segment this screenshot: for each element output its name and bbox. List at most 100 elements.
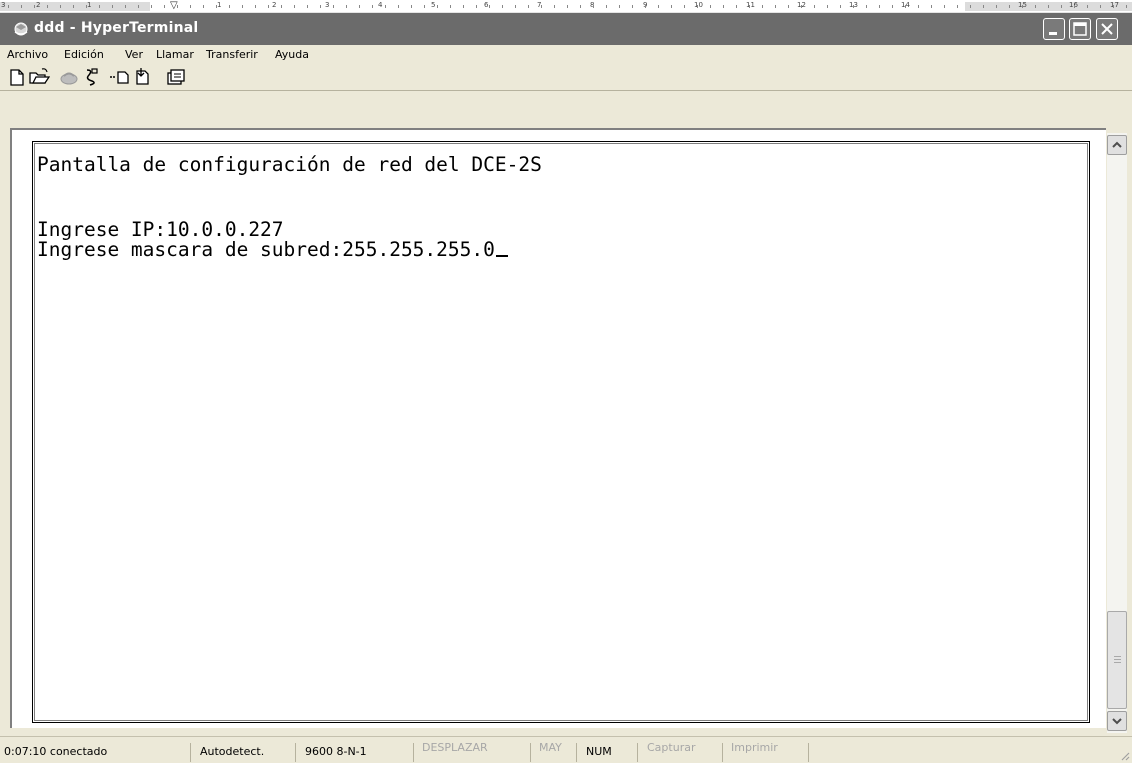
ruler-tick bbox=[190, 5, 191, 8]
title-bar[interactable]: ddd - HyperTerminal bbox=[0, 13, 1132, 45]
scroll-grip bbox=[1114, 662, 1121, 663]
ruler-tick bbox=[606, 5, 607, 8]
ruler-tick bbox=[216, 5, 217, 8]
terminal-line-4: Ingrese IP:10.0.0.227 bbox=[37, 218, 284, 241]
ruler-tick bbox=[60, 5, 61, 8]
ruler-tick bbox=[151, 5, 152, 8]
ruler-tick bbox=[814, 5, 815, 8]
ruler-tick bbox=[346, 5, 347, 8]
ruler-tick bbox=[788, 5, 789, 8]
ruler-tick bbox=[879, 5, 880, 8]
scroll-up-button[interactable] bbox=[1107, 135, 1127, 155]
status-caps: MAY bbox=[539, 741, 562, 754]
ruler-tick bbox=[736, 5, 737, 8]
ruler-tick bbox=[333, 5, 334, 8]
ruler-tick bbox=[255, 5, 256, 8]
ruler-tick bbox=[450, 5, 451, 8]
ruler-tick bbox=[866, 5, 867, 8]
ruler-tick bbox=[424, 5, 425, 8]
ruler-tick bbox=[203, 5, 204, 8]
ruler-tick bbox=[827, 5, 828, 8]
minimize-button[interactable] bbox=[1043, 18, 1065, 40]
ruler-tick bbox=[983, 5, 984, 8]
open-folder-icon[interactable] bbox=[28, 67, 50, 87]
resize-grip-icon[interactable] bbox=[1118, 749, 1130, 761]
ruler-tick bbox=[931, 5, 932, 8]
ruler-tick bbox=[554, 5, 555, 8]
close-button[interactable] bbox=[1096, 18, 1118, 40]
ruler-tick bbox=[177, 5, 178, 8]
ruler-tick bbox=[1100, 5, 1101, 8]
chevron-up-icon bbox=[1112, 141, 1122, 148]
status-print: Imprimir bbox=[731, 741, 778, 754]
status-separator bbox=[295, 743, 296, 762]
scroll-thumb[interactable] bbox=[1107, 611, 1127, 709]
terminal-line-1: Pantalla de configuración de red del DCE… bbox=[37, 153, 542, 176]
menu-ver[interactable]: Ver bbox=[125, 48, 143, 61]
send-icon[interactable] bbox=[108, 67, 130, 87]
close-icon bbox=[1101, 23, 1113, 35]
menu-transferir[interactable]: Transferir bbox=[206, 48, 258, 61]
ruler-tick bbox=[801, 5, 802, 8]
ruler-tick bbox=[918, 5, 919, 8]
vertical-scrollbar[interactable] bbox=[1107, 133, 1127, 733]
menu-ayuda[interactable]: Ayuda bbox=[275, 48, 309, 61]
ruler-tick bbox=[112, 5, 113, 8]
ruler-tick bbox=[8, 5, 9, 8]
window-title: ddd - HyperTerminal bbox=[34, 20, 199, 36]
scroll-down-button[interactable] bbox=[1107, 711, 1127, 731]
menu-bar: Archivo Edición Ver Llamar Transferir Ay… bbox=[0, 45, 1132, 65]
ruler-tick bbox=[138, 5, 139, 8]
status-num: NUM bbox=[586, 745, 612, 758]
ruler-tick bbox=[1087, 5, 1088, 8]
ruler-tick bbox=[242, 5, 243, 8]
ruler-number: 1 bbox=[217, 1, 222, 9]
ruler-number: 2 bbox=[272, 1, 277, 9]
ruler-number: 2 bbox=[36, 1, 41, 9]
ruler-tick bbox=[619, 5, 620, 8]
menu-llamar[interactable]: Llamar bbox=[156, 48, 194, 61]
ruler-tick bbox=[320, 5, 321, 8]
ruler-tick bbox=[645, 5, 646, 8]
menu-edicion[interactable]: Edición bbox=[64, 48, 104, 61]
receive-icon[interactable] bbox=[132, 67, 154, 87]
new-file-icon[interactable] bbox=[6, 67, 28, 87]
ruler-tick bbox=[1035, 5, 1036, 8]
ruler-tick bbox=[723, 5, 724, 8]
status-separator bbox=[576, 743, 577, 762]
ruler-tick bbox=[658, 5, 659, 8]
ruler-tick bbox=[99, 5, 100, 8]
ruler-tick bbox=[372, 5, 373, 8]
ruler-tick bbox=[1126, 5, 1127, 8]
terminal-line-5-text: Ingrese mascara de subred:255.255.255.0 bbox=[37, 238, 495, 261]
ruler-tick bbox=[281, 5, 282, 8]
ruler-number: 10 bbox=[694, 1, 703, 9]
ruler-tick bbox=[1048, 5, 1049, 8]
ruler-tick bbox=[892, 5, 893, 8]
ruler-tick bbox=[229, 5, 230, 8]
ruler-tick bbox=[567, 5, 568, 8]
ruler-tick bbox=[359, 5, 360, 8]
status-capture: Capturar bbox=[647, 741, 696, 754]
ruler-number: 4 bbox=[378, 1, 383, 9]
call-icon[interactable] bbox=[58, 67, 80, 87]
scroll-grip bbox=[1114, 656, 1121, 657]
ruler-tick bbox=[437, 5, 438, 8]
ruler-tick bbox=[463, 5, 464, 8]
ruler-number: 6 bbox=[484, 1, 489, 9]
status-separator bbox=[190, 743, 191, 762]
ruler-tick bbox=[294, 5, 295, 8]
status-port-settings: 9600 8-N-1 bbox=[305, 745, 367, 758]
ruler-tick bbox=[411, 5, 412, 8]
menu-archivo[interactable]: Archivo bbox=[7, 48, 48, 61]
ruler: 3 2 1 ▽ 1 2 3 4 5 6 7 8 9 10 11 12 13 14… bbox=[0, 0, 1132, 13]
ruler-tick bbox=[684, 5, 685, 8]
maximize-button[interactable] bbox=[1069, 18, 1091, 40]
properties-icon[interactable] bbox=[165, 67, 187, 87]
ruler-tick bbox=[996, 5, 997, 8]
status-separator bbox=[808, 743, 809, 762]
terminal-line-5: Ingrese mascara de subred:255.255.255.0 bbox=[37, 240, 508, 260]
ruler-tick bbox=[125, 5, 126, 8]
ruler-tick bbox=[307, 5, 308, 8]
disconnect-icon[interactable] bbox=[80, 67, 102, 87]
